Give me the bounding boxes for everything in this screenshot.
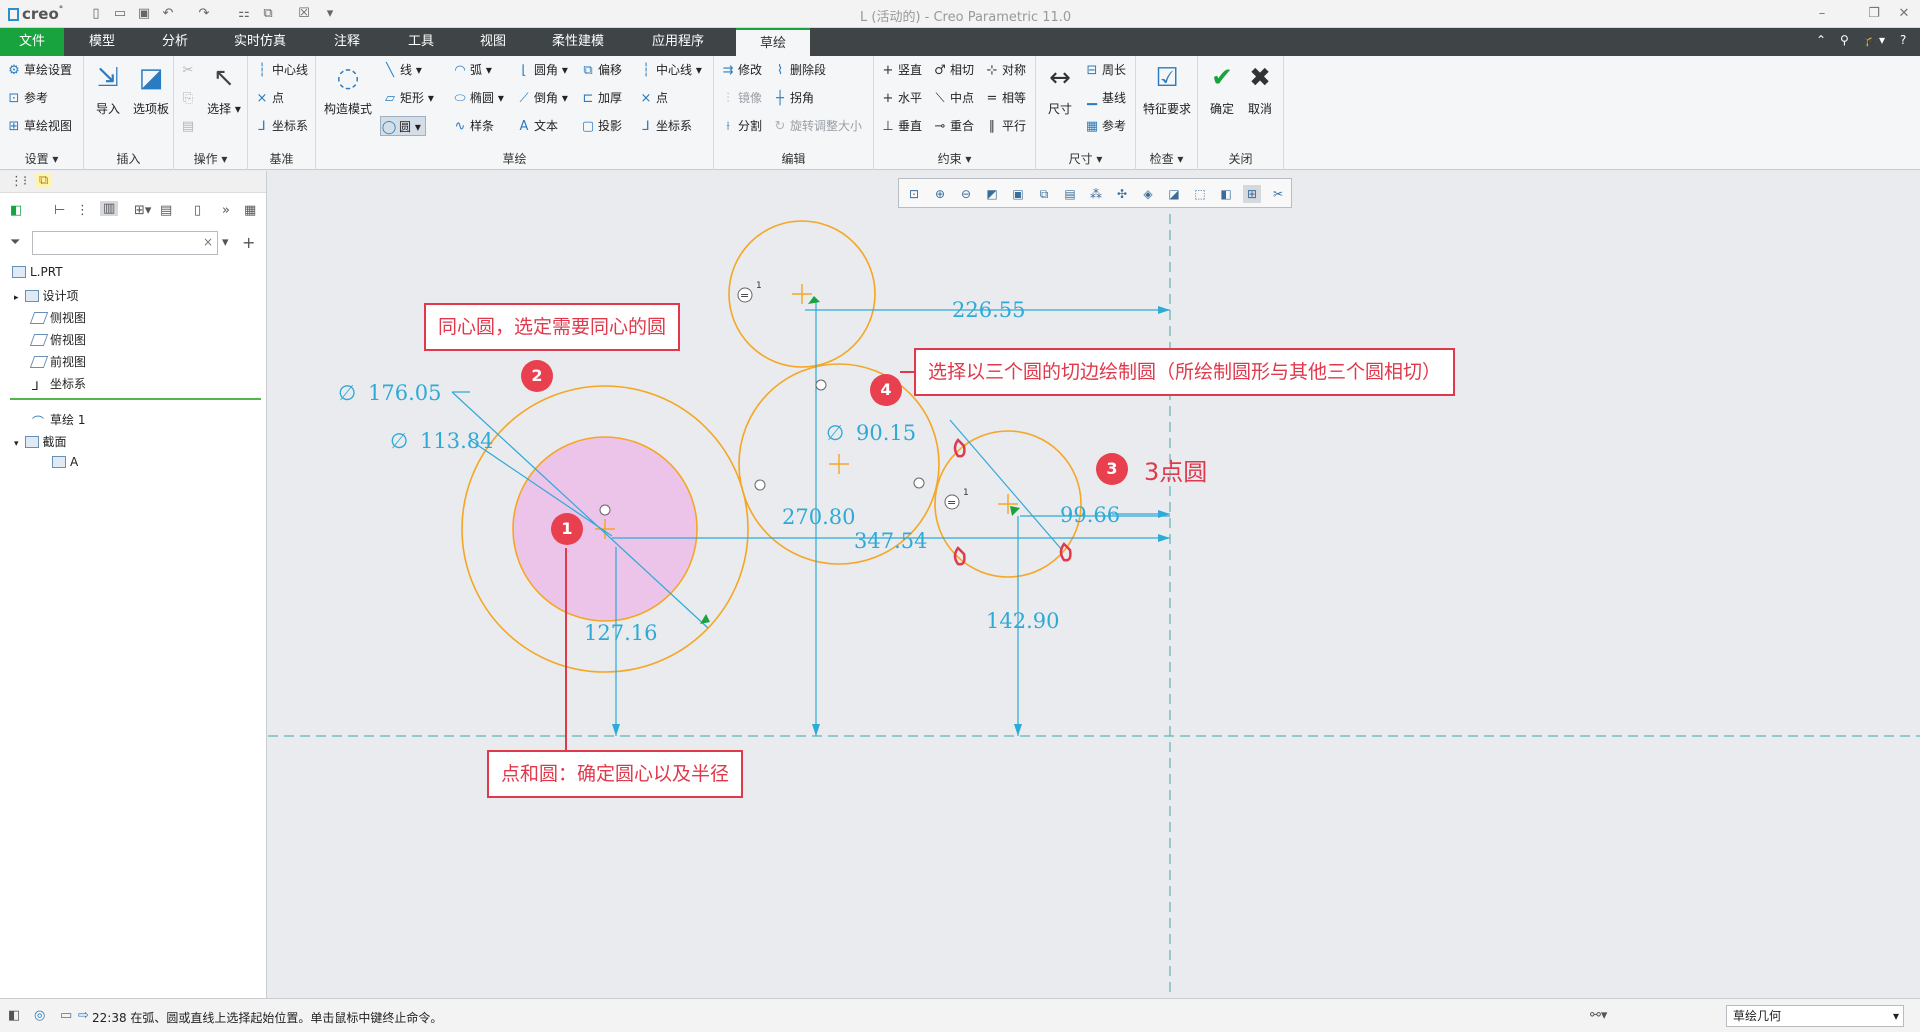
selection-filter-select[interactable]: 草绘几何 ▾ (1726, 1005, 1904, 1027)
status-bar: ◧ ◎ ▭ ⇨ 22:38 在弧、圆或直线上选择起始位置。单击鼠标中键终止命令。… (0, 998, 1920, 1032)
zoom-out-icon[interactable]: ⊖ (957, 185, 975, 203)
tangent-point-marks (953, 438, 1072, 566)
svg-text:1: 1 (963, 488, 969, 498)
zoom-in-icon[interactable]: ⊕ (931, 185, 949, 203)
find-icon[interactable]: ⚯▾ (1590, 1008, 1607, 1023)
svg-text:1: 1 (756, 281, 762, 291)
dim-dia-mid-symbol: ∅ (826, 421, 844, 445)
saved-views-icon[interactable]: ⧉ (1035, 185, 1053, 203)
dim-347[interactable]: 347.54 (854, 529, 927, 553)
dim-dia-inner[interactable]: 113.84 (420, 429, 493, 453)
perspective-icon[interactable]: ⁂ (1087, 185, 1105, 203)
repaint-icon[interactable]: ◩ (983, 185, 1001, 203)
selection-markers (700, 296, 1020, 624)
message-arrow-icon: ⇨ (78, 1008, 89, 1023)
sketch-view-icon[interactable]: ⬚ (1191, 185, 1209, 203)
dim-270[interactable]: 270.80 (782, 505, 855, 529)
datum-display-icon[interactable]: ✣ (1113, 185, 1131, 203)
annotation-1-box: 点和圆：确定圆心以及半径 (487, 750, 744, 798)
spin-center-icon[interactable]: ◈ (1139, 185, 1157, 203)
toggle-navigator-icon[interactable]: ◧ (8, 1008, 20, 1023)
annotation-display-icon[interactable]: ◪ (1165, 185, 1183, 203)
refit-icon[interactable]: ⊡ (905, 185, 923, 203)
chevron-down-icon: ▾ (1892, 1009, 1899, 1023)
dim-dia-outer-symbol: ∅ (338, 381, 356, 405)
annotation-4-box: 选择以三个圆的切边绘制圆（所绘制圆形与其他三个圆相切） (914, 348, 1456, 396)
sketcher-display-icon[interactable]: ◧ (1217, 185, 1235, 203)
dim-127[interactable]: 127.16 (584, 621, 657, 645)
annotation-2-box: 同心圆，选定需要同心的圆 (424, 303, 681, 351)
sketch-drawing: ∅ 176.05 ∅ 113.84 ∅ 90.15 226.55 127.16 … (268, 182, 1920, 998)
svg-text:=: = (740, 289, 749, 302)
dimension-display-icon[interactable]: ✂ (1269, 185, 1287, 203)
dim-226[interactable]: 226.55 (952, 298, 1025, 322)
dim-dia-outer[interactable]: 176.05 (368, 381, 441, 405)
dim-dia-mid[interactable]: 90.15 (856, 421, 916, 445)
constraint-display-icon[interactable]: ⊞ (1243, 185, 1261, 203)
status-message: 22:38 在弧、圆或直线上选择起始位置。单击鼠标中键终止命令。 (92, 1011, 443, 1025)
graphics-toolbar: ⊡ ⊕ ⊖ ◩ ▣ ⧉ ▤ ⁂ ✣ ◈ ◪ ⬚ ◧ ⊞ ✂ (898, 178, 1292, 208)
svg-text:=: = (947, 496, 956, 509)
dim-dia-inner-symbol: ∅ (390, 429, 408, 453)
display-style-icon[interactable]: ▣ (1009, 185, 1027, 203)
annotation-1-badge: 1 (551, 513, 583, 545)
annotation-3-text: 3点圆 (1144, 458, 1208, 486)
annotation-3-badge: 3 (1096, 453, 1128, 485)
fullscreen-icon[interactable]: ▭ (60, 1008, 72, 1023)
view-manager-icon[interactable]: ▤ (1061, 185, 1079, 203)
dim-142[interactable]: 142.90 (986, 609, 1059, 633)
annotation-4-badge: 4 (870, 374, 902, 406)
dim-99[interactable]: 99.66 (1060, 503, 1120, 527)
browser-icon[interactable]: ◎ (34, 1008, 45, 1023)
annotation-2-badge: 2 (521, 360, 553, 392)
